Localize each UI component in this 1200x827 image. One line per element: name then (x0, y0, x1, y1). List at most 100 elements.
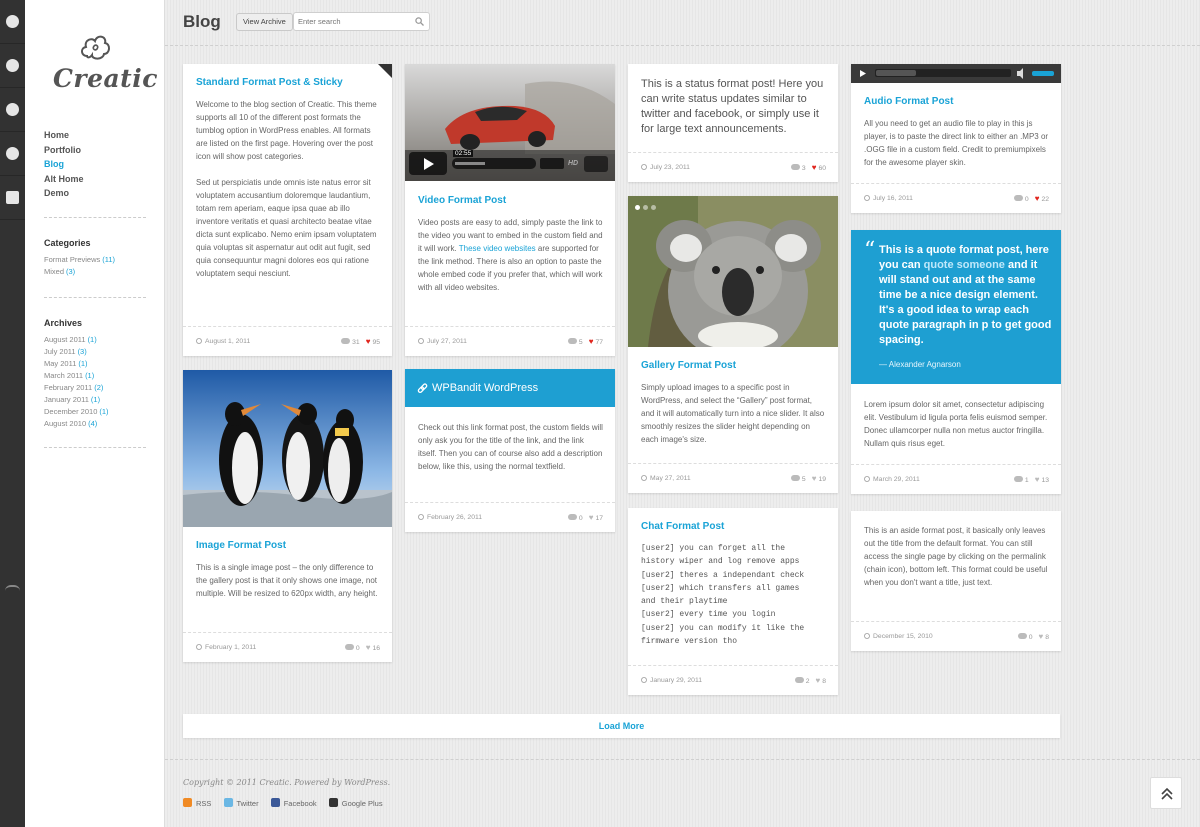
logo-cloud-icon (81, 35, 110, 60)
post-stats: 31 ♥ 95 (341, 337, 380, 346)
post-card-standard: Standard Format Post & Sticky Welcome to… (183, 64, 392, 356)
comments-icon (567, 514, 577, 520)
nav-item-home[interactable]: Home (44, 128, 84, 143)
logo-text[interactable]: Creatic (53, 64, 158, 93)
post-date[interactable]: May 27, 2011 (639, 473, 691, 483)
nav-item-demo[interactable]: Demo (44, 186, 84, 201)
link-banner[interactable]: WPBandit WordPress (405, 369, 615, 407)
post-stats: 3 ♥ 60 (790, 163, 826, 172)
slider-dot-2[interactable] (643, 205, 648, 210)
load-more-button[interactable]: Load More (183, 714, 1060, 738)
quote-block: “ This is a quote format post, here you … (851, 230, 1061, 384)
post-date[interactable]: January 29, 2011 (639, 675, 702, 685)
footer-link-google-plus[interactable]: Google Plus (328, 798, 383, 808)
category-item[interactable]: Format Previews (11) (44, 254, 115, 266)
footer-link-rss[interactable]: RSS (183, 798, 211, 808)
post-stats: 2 ♥ 8 (794, 676, 826, 685)
video-player[interactable]: 02:55 HD (405, 64, 615, 181)
search-icon[interactable] (415, 17, 424, 26)
post-meta: July 27, 2011 5 ♥ 77 (405, 326, 615, 356)
nav-item-blog[interactable]: Blog (44, 157, 84, 172)
page-title: Blog (183, 12, 221, 31)
archive-item[interactable]: August 2010 (4) (44, 418, 109, 430)
archive-item[interactable]: May 2011 (1) (44, 358, 109, 370)
archives-list: August 2011 (1) July 2011 (3) May 2011 (1) … (44, 334, 109, 430)
gallery-slider[interactable] (628, 196, 838, 347)
search-box (293, 12, 430, 31)
twitter-icon[interactable] (0, 44, 25, 88)
heart-icon: ♥ (811, 163, 817, 172)
category-item[interactable]: Mixed (3) (44, 266, 115, 278)
penguins-image[interactable] (183, 370, 392, 527)
post-meta: March 29, 2011 1 ♥ 13 (851, 464, 1061, 494)
slider-dot-3[interactable] (651, 205, 656, 210)
comments-icon (790, 475, 800, 481)
post-excerpt: This is an aside format post, it basical… (864, 526, 1048, 587)
permalink-icon (639, 473, 649, 483)
heart-icon: ♥ (1038, 632, 1044, 641)
archive-item[interactable]: August 2011 (1) (44, 334, 109, 346)
post-meta: July 23, 2011 3 ♥ 60 (628, 152, 838, 182)
post-title[interactable]: Audio Format Post (864, 96, 953, 107)
post-date[interactable]: February 26, 2011 (416, 512, 482, 522)
heart-icon: ♥ (365, 643, 371, 652)
post-date[interactable]: March 29, 2011 (862, 474, 920, 484)
post-title[interactable]: Gallery Format Post (641, 360, 736, 371)
slider-dot-1[interactable] (635, 205, 640, 210)
footer-link-twitter[interactable]: Twitter (223, 798, 259, 808)
post-meta: January 29, 2011 2 ♥ 8 (628, 665, 838, 695)
nav-item-alt-home[interactable]: Alt Home (44, 172, 84, 187)
post-stats: 0 ♥ 8 (1017, 632, 1049, 641)
divider (44, 217, 146, 218)
facebook-icon[interactable] (0, 88, 25, 132)
post-meta: August 1, 2011 31 ♥ 95 (183, 326, 392, 356)
post-stats: 0 ♥ 22 (1013, 194, 1049, 203)
post-card-image: Image Format Post This is a single image… (183, 370, 392, 662)
post-date[interactable]: July 23, 2011 (639, 162, 690, 172)
archive-item[interactable]: December 2010 (1) (44, 406, 109, 418)
post-date[interactable]: December 15, 2010 (862, 631, 933, 641)
post-title[interactable]: Video Format Post (418, 195, 506, 206)
nav-item-portfolio[interactable]: Portfolio (44, 143, 84, 158)
video-websites-link[interactable]: These video websites (459, 244, 536, 253)
post-card-chat: Chat Format Post [user2] you can forget … (628, 508, 838, 695)
heart-icon: ♥ (811, 474, 817, 483)
archive-item[interactable]: July 2011 (3) (44, 346, 109, 358)
post-meta: February 26, 2011 0 ♥ 17 (405, 502, 615, 532)
permalink-icon (416, 512, 426, 522)
post-excerpt: Welcome to the blog section of Creatic. … (196, 100, 377, 278)
post-card-aside: This is an aside format post, it basical… (851, 511, 1061, 651)
hd-badge[interactable]: HD (568, 160, 578, 167)
post-meta: December 15, 2010 0 ♥ 8 (851, 621, 1061, 651)
post-card-quote: “ This is a quote format post, here you … (851, 230, 1061, 494)
chat-icon[interactable] (0, 132, 25, 176)
quote-link[interactable]: quote someone (924, 259, 1005, 271)
view-archive-button[interactable]: View Archive (236, 13, 293, 31)
archive-item[interactable]: January 2011 (1) (44, 394, 109, 406)
post-date[interactable]: February 1, 2011 (194, 642, 256, 652)
archive-item[interactable]: March 2011 (1) (44, 370, 109, 382)
search-input[interactable] (298, 15, 408, 28)
chat-log: [user2] you can forget all the history w… (641, 544, 805, 647)
post-title[interactable]: Standard Format Post & Sticky (196, 77, 343, 88)
comments-icon (344, 644, 354, 650)
sidebar: Creatic Home Portfolio Blog Alt Home Dem… (25, 0, 165, 827)
post-excerpt: All you need to get an audio file to pla… (864, 119, 1049, 167)
post-date[interactable]: July 27, 2011 (416, 336, 467, 346)
categories-list: Format Previews (11) Mixed (3) (44, 254, 115, 278)
post-title[interactable]: Chat Format Post (641, 521, 724, 532)
link-title[interactable]: WPBandit WordPress (432, 382, 538, 394)
page-header: Blog View Archive (165, 0, 1200, 46)
footer-link-facebook[interactable]: Facebook (270, 798, 317, 808)
double-chevron-up-icon (1161, 787, 1173, 800)
archive-item[interactable]: February 2011 (2) (44, 382, 109, 394)
back-to-top-button[interactable] (1150, 777, 1182, 809)
dribbble-icon[interactable] (0, 0, 25, 44)
post-date[interactable]: July 16, 2011 (862, 193, 913, 203)
post-title[interactable]: Image Format Post (196, 540, 286, 551)
footer-links: RSS Twitter Facebook Google Plus (183, 798, 393, 808)
post-date[interactable]: August 1, 2011 (194, 336, 250, 346)
post-stats: 0 ♥ 16 (344, 643, 380, 652)
audio-play-icon (860, 70, 866, 77)
basket-icon[interactable] (0, 176, 25, 220)
